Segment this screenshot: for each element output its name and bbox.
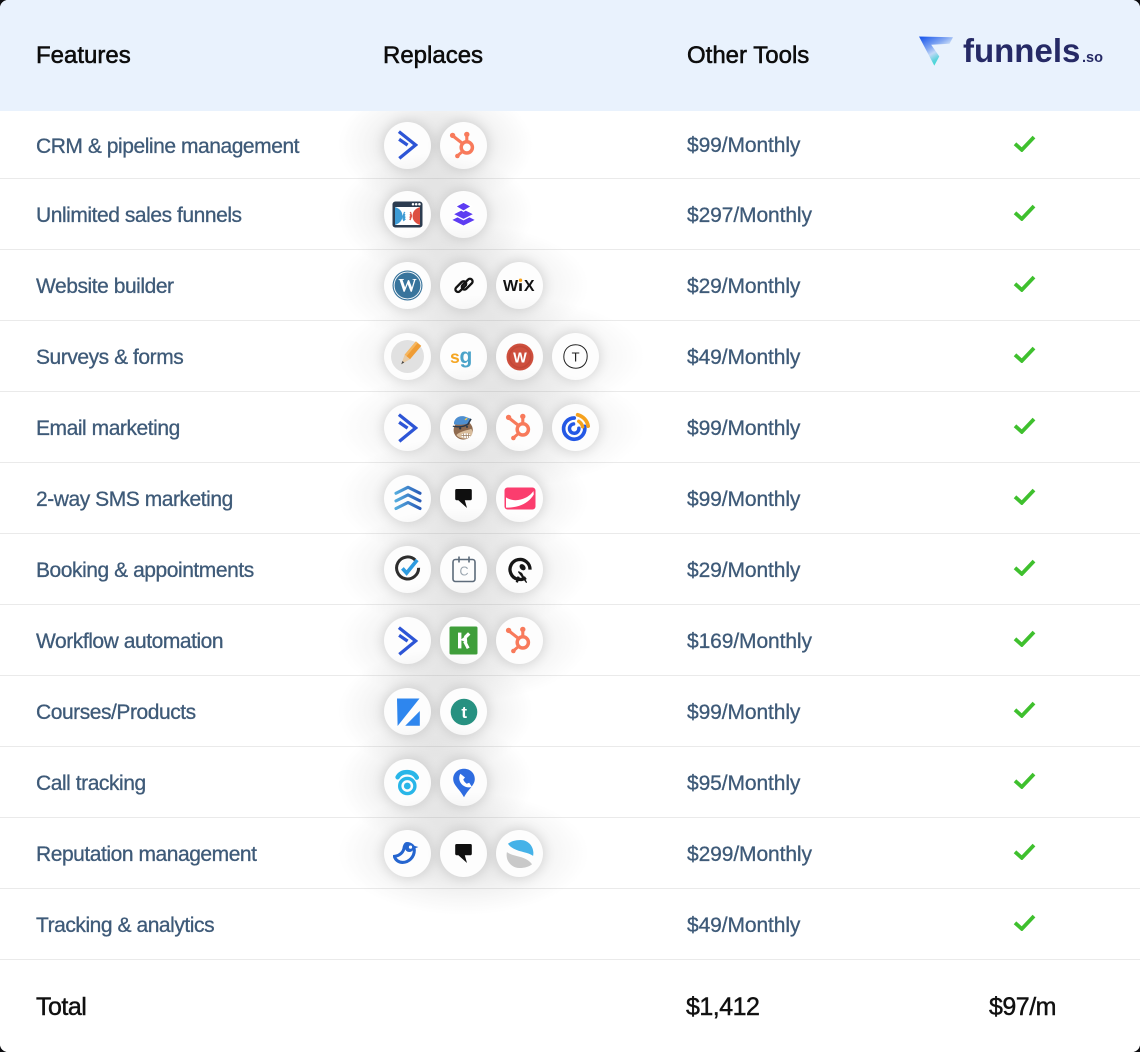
svg-text:C: C [459, 564, 468, 578]
svg-text:s: s [450, 347, 460, 367]
svg-text:.so: .so [1082, 50, 1103, 66]
svg-text:t: t [461, 703, 467, 722]
svg-text:W: W [513, 350, 527, 366]
svg-text:W: W [503, 278, 519, 294]
svg-text:funnels: funnels [963, 35, 1080, 69]
svg-text:T: T [572, 349, 580, 364]
svg-text:W: W [398, 277, 417, 297]
svg-text:X: X [523, 278, 534, 294]
svg-text:g: g [459, 345, 472, 368]
